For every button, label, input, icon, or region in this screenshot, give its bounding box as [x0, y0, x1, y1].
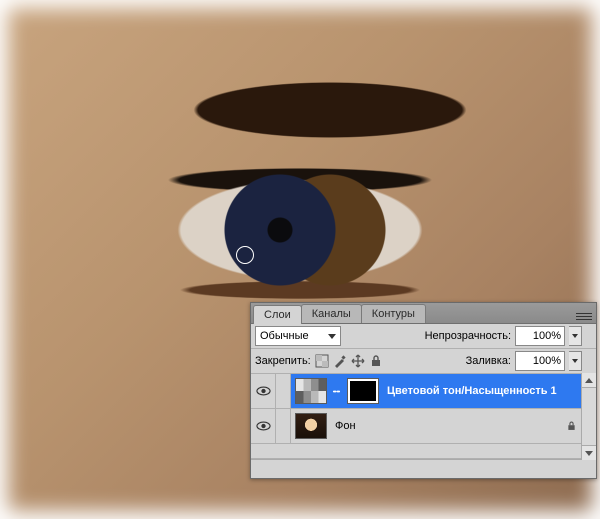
- chain-link-icon: [331, 387, 341, 396]
- lock-label: Закрепить:: [255, 355, 311, 367]
- panel-menu-icon[interactable]: [576, 309, 592, 323]
- fill-flyout-button[interactable]: [569, 351, 582, 371]
- layer-visibility-toggle[interactable]: [251, 409, 276, 443]
- opacity-value: 100%: [533, 330, 561, 342]
- layer-row-background[interactable]: Фон: [251, 409, 582, 444]
- layers-panel: Слои Каналы Контуры Обычные Непрозрачнос…: [250, 302, 597, 479]
- tab-channels[interactable]: Каналы: [301, 304, 362, 323]
- opacity-flyout-button[interactable]: [569, 326, 582, 346]
- layer-name[interactable]: Цветовой тон/Насыщенность 1: [381, 385, 582, 397]
- layers-list: Цветовой тон/Насыщенность 1 Фон: [251, 374, 596, 459]
- chevron-down-icon: [328, 334, 336, 339]
- scroll-down-button[interactable]: [582, 445, 596, 460]
- blend-mode-dropdown[interactable]: Обычные: [255, 326, 341, 346]
- move-icon[interactable]: [351, 354, 365, 368]
- tab-paths[interactable]: Контуры: [361, 304, 426, 323]
- tab-layers[interactable]: Слои: [253, 305, 302, 324]
- eye-icon: [256, 386, 271, 396]
- layers-empty-area[interactable]: [251, 444, 582, 459]
- eye-icon: [256, 421, 271, 431]
- lock-all-icon[interactable]: [369, 354, 383, 368]
- brush-icon[interactable]: [333, 354, 347, 368]
- lock-pixels-icon[interactable]: [315, 354, 329, 368]
- opacity-label: Непрозрачность:: [425, 330, 511, 342]
- blend-mode-value: Обычные: [260, 330, 309, 342]
- panel-tabstrip: Слои Каналы Контуры: [251, 303, 596, 324]
- fill-input[interactable]: 100%: [515, 351, 565, 371]
- padlock-icon: [560, 420, 582, 432]
- fill-value: 100%: [533, 355, 561, 367]
- brush-cursor: [236, 246, 254, 264]
- panel-footer: [251, 459, 596, 478]
- layer-thumb[interactable]: [295, 413, 327, 439]
- layers-scrollbar[interactable]: [581, 373, 596, 460]
- layer-link-cell[interactable]: [276, 409, 291, 443]
- layer-name[interactable]: Фон: [329, 420, 560, 432]
- scroll-up-button[interactable]: [582, 373, 596, 388]
- layer-row-hue-saturation[interactable]: Цветовой тон/Насыщенность 1: [251, 374, 582, 409]
- fill-label: Заливка:: [466, 355, 511, 367]
- opacity-input[interactable]: 100%: [515, 326, 565, 346]
- adjustment-thumb[interactable]: [295, 378, 327, 404]
- row-lock-fill: Закрепить: Заливка: 100%: [251, 349, 596, 374]
- layer-link-cell[interactable]: [276, 374, 291, 408]
- row-blend-opacity: Обычные Непрозрачность: 100%: [251, 324, 596, 349]
- layer-mask-thumb[interactable]: [347, 378, 379, 404]
- layer-visibility-toggle[interactable]: [251, 374, 276, 408]
